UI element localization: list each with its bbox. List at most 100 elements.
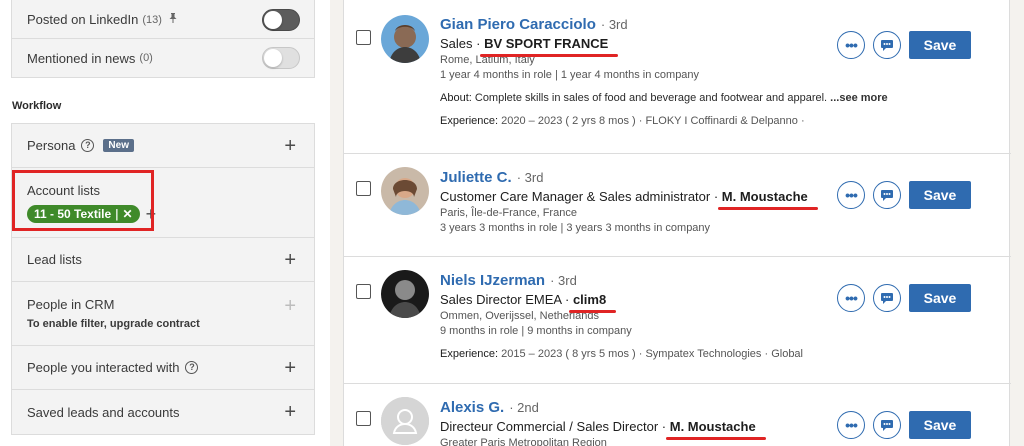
about-label: About: — [440, 92, 472, 104]
posted-on-linkedin-toggle[interactable] — [262, 8, 300, 31]
avatar[interactable] — [381, 167, 429, 215]
more-options-icon[interactable]: ••• — [837, 411, 865, 439]
avatar[interactable] — [381, 15, 429, 63]
filter-count: (13) — [142, 13, 162, 26]
lead-location: Ommen, Overijssel, Netherlands — [440, 310, 599, 322]
lead-card: Gian Piero Caracciolo · 3rd Sales · BV S… — [344, 0, 1011, 154]
results-area: Gian Piero Caracciolo · 3rd Sales · BV S… — [330, 0, 1024, 446]
company-name: M. Moustache — [669, 419, 756, 434]
filter-saved-leads[interactable]: Saved leads and accounts + — [12, 390, 314, 434]
company-name: BV SPORT FRANCE — [484, 36, 609, 51]
filter-label: Persona — [27, 138, 76, 153]
lead-info: Juliette C. · 3rd Customer Care Manager … — [440, 169, 818, 234]
plus-icon[interactable]: + — [284, 250, 296, 270]
filter-count: (0) — [139, 52, 153, 64]
filter-posted-on-linkedin[interactable]: Posted on LinkedIn (13) — [12, 0, 314, 39]
filter-label: People in CRM — [27, 297, 115, 312]
more-options-icon[interactable]: ••• — [837, 181, 865, 209]
company-link[interactable]: M. Moustache — [717, 189, 818, 210]
plus-icon[interactable]: + — [284, 358, 296, 378]
lead-tenure: 3 years 3 months in role | 3 years 3 mon… — [440, 222, 711, 234]
experience-label: Experience: — [440, 115, 499, 127]
company-name: clim8 — [572, 292, 607, 307]
message-icon[interactable] — [873, 411, 901, 439]
lead-name[interactable]: Gian Piero Caracciolo — [440, 16, 596, 33]
lead-experience: Experience: 2020 – 2023 ( 2 yrs 8 mos ) … — [440, 115, 806, 127]
lead-tenure: 1 year 4 months in role | 1 year 4 month… — [440, 69, 700, 81]
lead-actions: ••• Save — [837, 284, 971, 312]
lead-info: Gian Piero Caracciolo · 3rd Sales · BV S… — [440, 16, 888, 127]
lead-info: Alexis G. · 2nd Directeur Commercial / S… — [440, 399, 806, 446]
mentioned-in-news-toggle[interactable] — [262, 47, 300, 69]
filter-mentioned-in-news[interactable]: Mentioned in news (0) — [12, 39, 314, 77]
lead-card: Alexis G. · 2nd Directeur Commercial / S… — [344, 385, 1011, 446]
lead-experience: Experience: 2015 – 2023 ( 8 yrs 5 mos ) … — [440, 348, 806, 360]
select-checkbox[interactable] — [356, 30, 371, 45]
plus-icon: + — [284, 295, 296, 317]
filter-people-interacted[interactable]: People you interacted with ? + — [12, 346, 314, 390]
new-badge: New — [103, 139, 134, 152]
filter-persona[interactable]: Persona ? New + — [12, 124, 314, 168]
red-underline — [568, 310, 617, 313]
experience-label: Experience: — [440, 348, 499, 360]
avatar[interactable] — [381, 270, 429, 318]
connection-degree: · 3rd — [550, 273, 577, 288]
message-icon[interactable] — [873, 181, 901, 209]
company-link[interactable]: BV SPORT FRANCE — [480, 36, 619, 57]
filter-label: People you interacted with — [27, 360, 180, 375]
company-link[interactable]: clim8 — [568, 292, 617, 313]
plus-icon[interactable]: + — [284, 402, 296, 422]
select-checkbox[interactable] — [356, 411, 371, 426]
red-underline — [717, 207, 818, 210]
lead-title: Customer Care Manager & Sales administra… — [440, 189, 719, 204]
avatar[interactable] — [381, 397, 429, 445]
company-link[interactable]: M. Moustache — [665, 419, 766, 440]
save-button[interactable]: Save — [909, 284, 971, 312]
highlight-box — [12, 170, 154, 231]
about-text: Complete skills in sales of food and bev… — [474, 92, 828, 104]
lead-actions: ••• Save — [837, 31, 971, 59]
lead-name[interactable]: Juliette C. — [440, 169, 512, 186]
lead-info: Niels IJzerman · 3rd Sales Director EMEA… — [440, 272, 806, 360]
lead-name[interactable]: Alexis G. — [440, 399, 504, 416]
connection-degree: · 3rd — [516, 170, 544, 185]
lead-title: Sales Director EMEA · — [440, 292, 570, 307]
message-icon[interactable] — [873, 284, 901, 312]
filter-lead-lists[interactable]: Lead lists + — [12, 238, 314, 282]
pin-icon — [168, 13, 178, 26]
lead-card: Juliette C. · 3rd Customer Care Manager … — [344, 155, 1011, 257]
filter-label: Lead lists — [27, 252, 82, 267]
more-options-icon[interactable]: ••• — [837, 284, 865, 312]
experience-text: 2015 – 2023 ( 8 yrs 5 mos ) · Sympatex T… — [501, 348, 806, 360]
activity-filters-card: Posted on LinkedIn (13) Mentioned in new… — [11, 0, 315, 78]
help-icon[interactable]: ? — [185, 361, 199, 374]
save-button[interactable]: Save — [909, 181, 971, 209]
red-underline — [665, 437, 766, 440]
filter-people-in-crm: People in CRM To enable filter, upgrade … — [12, 282, 314, 346]
experience-text: 2020 – 2023 ( 2 yrs 8 mos ) · FLOKY I Co… — [501, 115, 806, 127]
connection-degree: · 3rd — [600, 17, 628, 32]
lead-title: Sales · — [440, 36, 481, 51]
red-underline — [480, 54, 619, 57]
company-name: M. Moustache — [721, 189, 808, 204]
plus-icon[interactable]: + — [284, 136, 296, 156]
more-options-icon[interactable]: ••• — [837, 31, 865, 59]
filter-label: Posted on LinkedIn — [27, 12, 139, 27]
lead-actions: ••• Save — [837, 411, 971, 439]
lead-actions: ••• Save — [837, 181, 971, 209]
save-button[interactable]: Save — [909, 411, 971, 439]
see-more-link[interactable]: ...see more — [830, 92, 887, 104]
results-list: Gian Piero Caracciolo · 3rd Sales · BV S… — [343, 0, 1011, 446]
message-icon[interactable] — [873, 31, 901, 59]
lead-name[interactable]: Niels IJzerman — [440, 272, 545, 289]
filter-panel: Posted on LinkedIn (13) Mentioned in new… — [0, 0, 330, 446]
select-checkbox[interactable] — [356, 181, 371, 196]
lead-card: Niels IJzerman · 3rd Sales Director EMEA… — [344, 258, 1011, 384]
select-checkbox[interactable] — [356, 284, 371, 299]
save-button[interactable]: Save — [909, 31, 971, 59]
workflow-section-title: Workflow — [12, 100, 62, 112]
filter-label: Mentioned in news — [27, 50, 136, 66]
lead-tenure: 9 months in role | 9 months in company — [440, 325, 632, 337]
lead-title: Directeur Commercial / Sales Director · — [440, 419, 667, 434]
help-icon[interactable]: ? — [81, 139, 95, 152]
